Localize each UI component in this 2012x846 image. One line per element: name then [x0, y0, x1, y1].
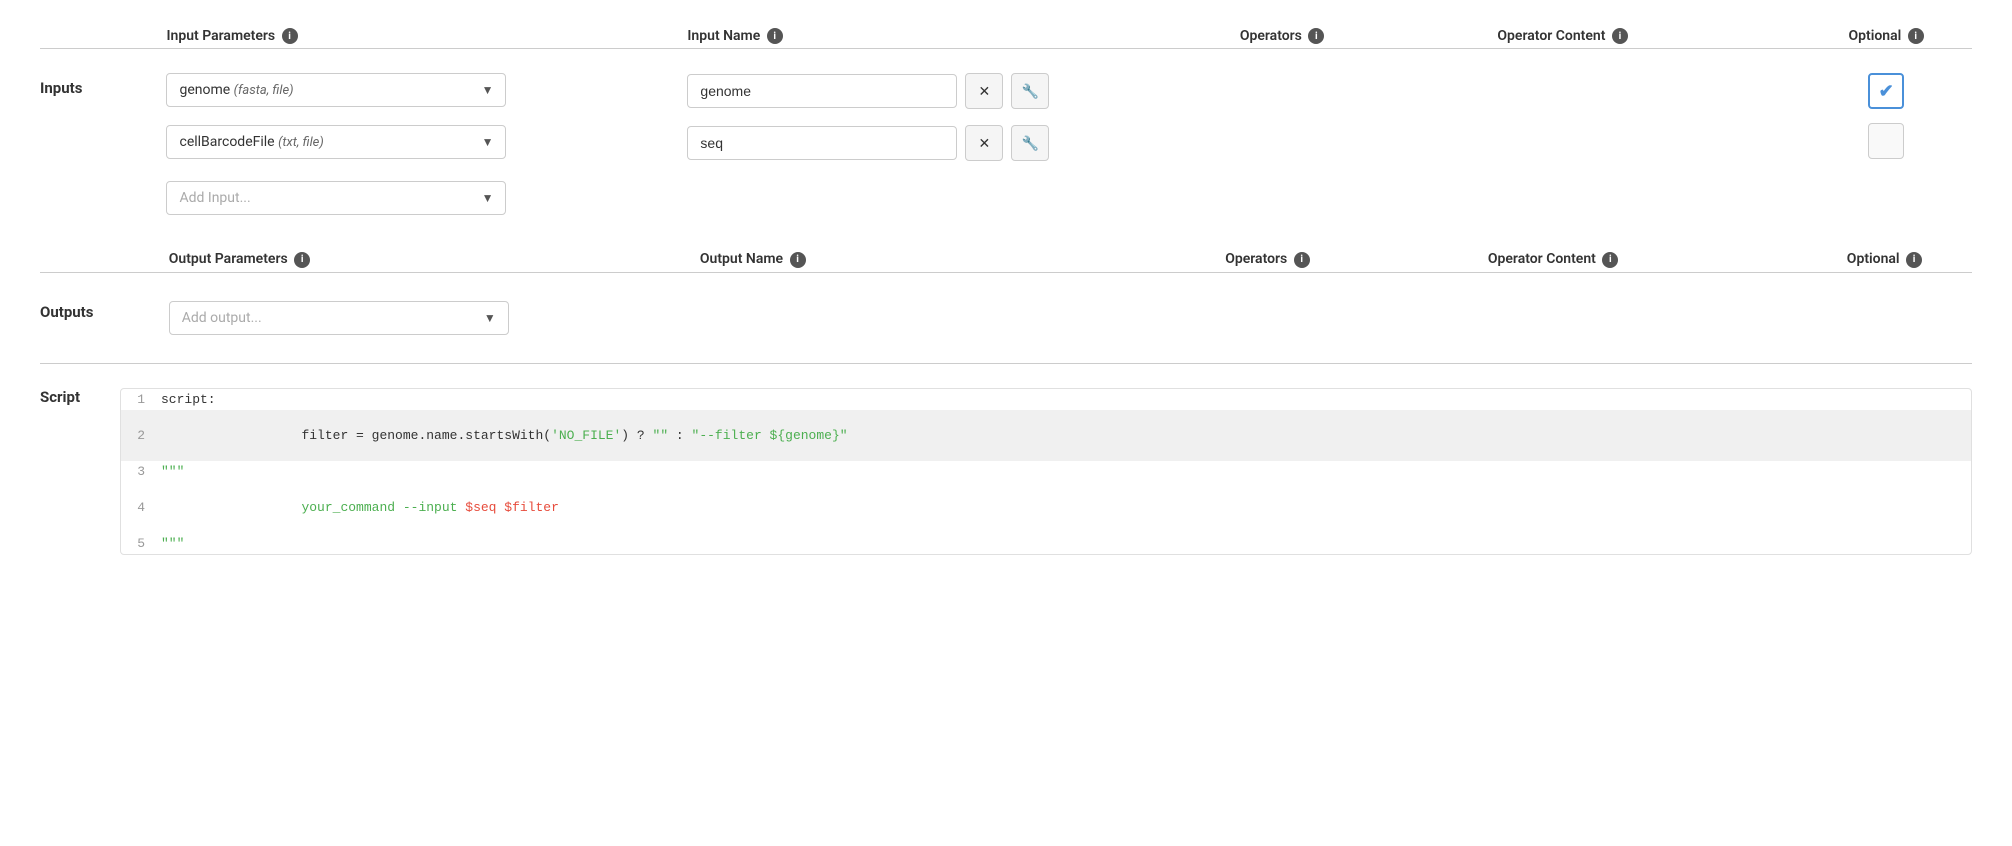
code-line-2: 2 filter = genome.name.startsWith('NO_FI…	[121, 410, 1971, 461]
input-row-2: cellBarcodeFile (txt, file) ▼ ✕ 🔧	[40, 117, 1972, 169]
output-optional-info-icon[interactable]: i	[1906, 252, 1922, 268]
script-code-block: 1 script: 2 filter = genome.name.startsW…	[120, 388, 1972, 555]
add-output-dropdown[interactable]: Add output... ▼	[169, 301, 509, 335]
code-line-1: 1 script:	[121, 389, 1971, 410]
operators-info-icon[interactable]: i	[1308, 28, 1324, 44]
code-content-1: script:	[161, 392, 1971, 407]
operators-header: Operators i	[1228, 20, 1486, 48]
input-parameter-dropdown-1[interactable]: genome (fasta, file) ▼	[166, 73, 506, 107]
param-label-1: genome	[179, 82, 230, 98]
add-input-placeholder: Add Input...	[179, 190, 250, 206]
param-label-2: cellBarcodeFile	[179, 134, 274, 150]
operator-content-info-icon[interactable]: i	[1612, 28, 1628, 44]
line-num-4: 4	[121, 500, 161, 515]
code-part-4b: $seq	[465, 500, 496, 515]
add-output-cell: Add output... ▼	[157, 289, 688, 343]
script-row: Script 1 script: 2	[40, 380, 1972, 563]
output-name-info-icon[interactable]: i	[790, 252, 806, 268]
optional-cell-2	[1800, 117, 1972, 169]
checkmark-1: ✔	[1879, 81, 1894, 102]
add-input-dropdown[interactable]: Add Input... ▼	[166, 181, 506, 215]
param-detail-1: (fasta, file)	[234, 83, 294, 98]
output-name-header: Output Name i	[688, 243, 1213, 271]
input-parameter-cell-1: genome (fasta, file) ▼	[154, 65, 675, 117]
input-name-cell-1: ✕ 🔧	[675, 65, 1227, 117]
outputs-row: Outputs Add output... ▼	[40, 289, 1972, 343]
wrench-input-1-button[interactable]: 🔧	[1011, 73, 1049, 109]
code-part-2b: 'NO_FILE'	[551, 428, 621, 443]
optional-checkbox-2[interactable]	[1868, 123, 1904, 159]
remove-input-1-button[interactable]: ✕	[965, 73, 1003, 109]
input-parameters-info-icon[interactable]: i	[282, 28, 298, 44]
line-num-1: 1	[121, 392, 161, 407]
script-label: Script	[40, 380, 120, 563]
inputs-label: Inputs	[40, 65, 154, 223]
input-name-cell-2: ✕ 🔧	[675, 117, 1227, 169]
add-output-arrow: ▼	[484, 311, 496, 325]
output-operator-content-header: Operator Content i	[1476, 243, 1797, 271]
optional-header: Optional i	[1800, 20, 1972, 48]
code-content-3: """	[161, 464, 1971, 479]
add-output-placeholder: Add output...	[182, 310, 262, 326]
code-line-4: 4 your_command --input $seq $filter	[121, 482, 1971, 533]
code-line-5: 5 """	[121, 533, 1971, 554]
input-name-field-2[interactable]	[687, 126, 957, 160]
input-parameter-dropdown-2[interactable]: cellBarcodeFile (txt, file) ▼	[166, 125, 506, 159]
remove-input-2-button[interactable]: ✕	[965, 125, 1003, 161]
add-input-cell: Add Input... ▼	[154, 169, 675, 223]
output-parameters-info-icon[interactable]: i	[294, 252, 310, 268]
add-input-arrow: ▼	[482, 191, 494, 205]
operator-content-cell-1	[1485, 65, 1800, 117]
line-num-3: 3	[121, 464, 161, 479]
input-parameter-cell-2: cellBarcodeFile (txt, file) ▼	[154, 117, 675, 169]
output-operators-info-icon[interactable]: i	[1294, 252, 1310, 268]
output-operator-content-info-icon[interactable]: i	[1602, 252, 1618, 268]
code-part-2c: ) ?	[621, 428, 652, 443]
dropdown-arrow-1: ▼	[482, 83, 494, 97]
add-input-row: Add Input... ▼	[40, 169, 1972, 223]
operator-content-cell-2	[1485, 117, 1800, 169]
output-optional-header: Optional i	[1797, 243, 1972, 271]
code-line-3: 3 """	[121, 461, 1971, 482]
dropdown-arrow-2: ▼	[482, 135, 494, 149]
operators-cell-2	[1228, 117, 1486, 169]
param-detail-2: (txt, file)	[278, 135, 324, 150]
code-part-4d: $filter	[504, 500, 559, 515]
code-content-5: """	[161, 536, 1971, 551]
code-part-2d: ""	[653, 428, 669, 443]
input-name-info-icon[interactable]: i	[767, 28, 783, 44]
outputs-label: Outputs	[40, 289, 157, 343]
line-num-2: 2	[121, 428, 161, 443]
code-content-4: your_command --input $seq $filter	[161, 485, 1971, 530]
optional-cell-1: ✔	[1800, 65, 1972, 117]
operator-content-header: Operator Content i	[1485, 20, 1800, 48]
code-part-2e: :	[668, 428, 691, 443]
output-parameters-header: Output Parameters i	[157, 243, 688, 271]
wrench-input-2-button[interactable]: 🔧	[1011, 125, 1049, 161]
operators-cell-1	[1228, 65, 1486, 117]
code-part-2a: filter = genome.name.startsWith(	[301, 428, 551, 443]
code-part-4a: your_command --input	[301, 500, 465, 515]
optional-info-icon[interactable]: i	[1908, 28, 1924, 44]
code-content-2: filter = genome.name.startsWith('NO_FILE…	[161, 413, 1971, 458]
input-parameters-header: Input Parameters i	[154, 20, 675, 48]
output-operators-header: Operators i	[1213, 243, 1476, 271]
input-name-field-1[interactable]	[687, 74, 957, 108]
line-num-5: 5	[121, 536, 161, 551]
input-name-header: Input Name i	[675, 20, 1227, 48]
input-row-1: Inputs genome (fasta, file) ▼	[40, 65, 1972, 117]
optional-checkbox-1[interactable]: ✔	[1868, 73, 1904, 109]
code-part-2f: "--filter ${genome}"	[692, 428, 848, 443]
